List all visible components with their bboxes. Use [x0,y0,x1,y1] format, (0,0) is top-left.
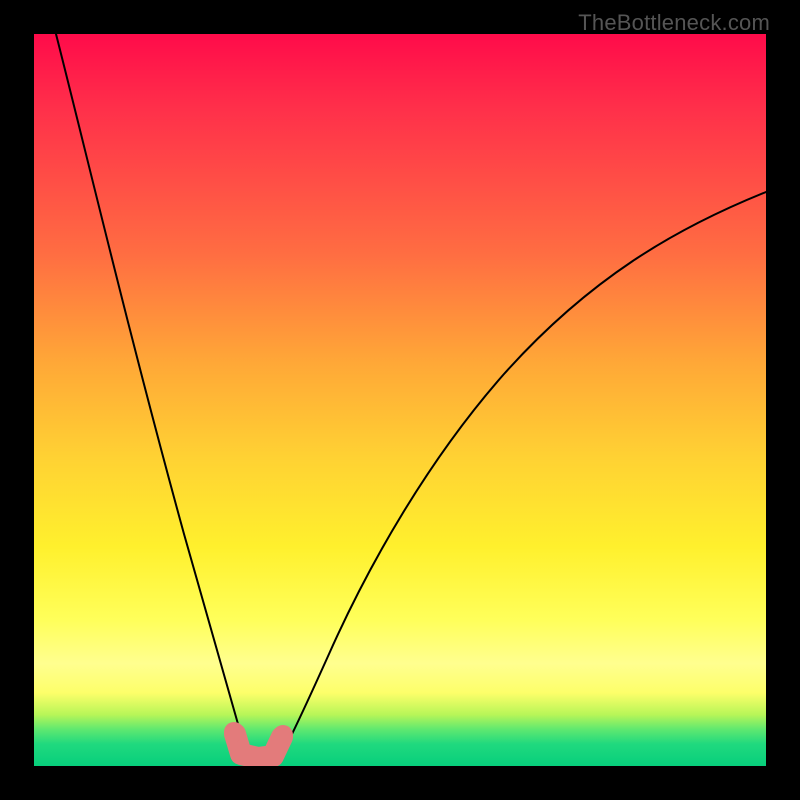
curve-right-branch [278,192,766,761]
plot-area [34,34,766,766]
valley-marker-dot-left [224,722,244,742]
curve-left-branch [56,34,254,761]
valley-marker-dot-right [273,725,293,745]
watermark-text: TheBottleneck.com [578,10,770,36]
chart-svg [34,34,766,766]
